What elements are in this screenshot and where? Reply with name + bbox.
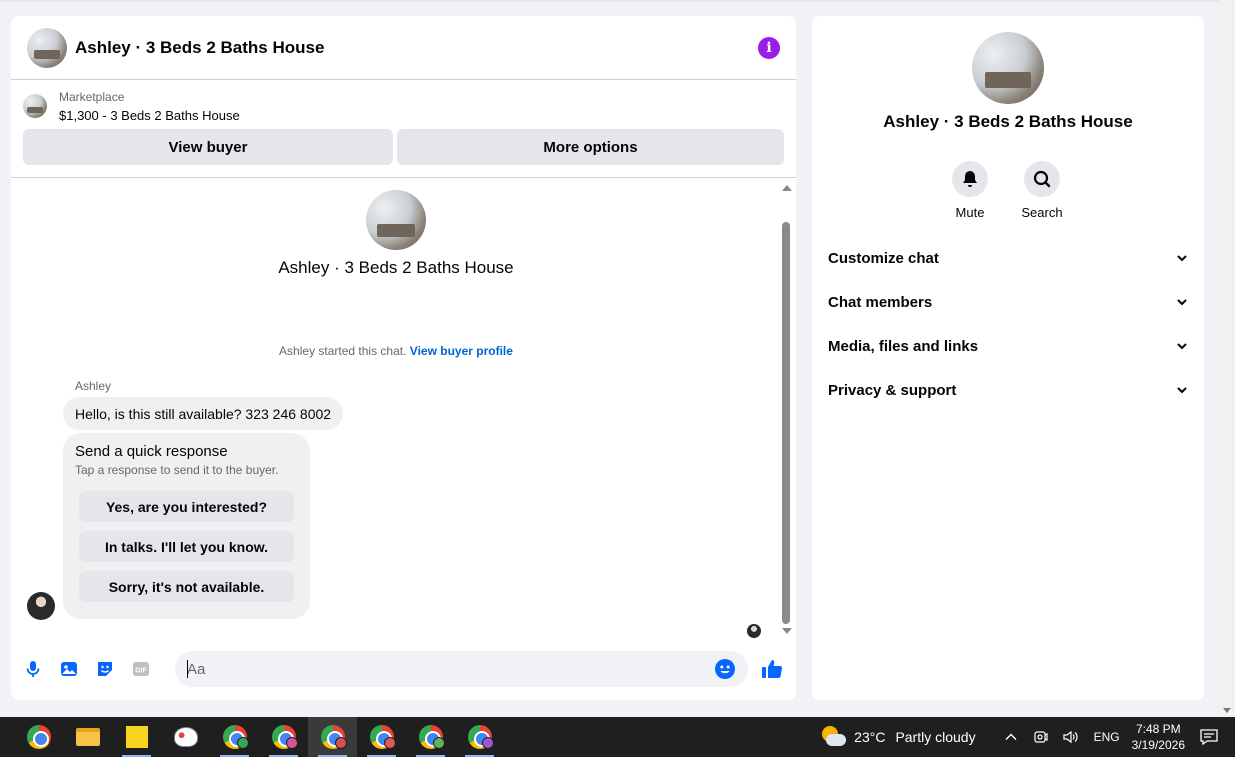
clock[interactable]: 7:48 PM 3/19/2026	[1132, 721, 1185, 753]
emoji-icon[interactable]	[714, 658, 736, 680]
section-label: Chat members	[828, 293, 933, 311]
message-input-wrapper	[175, 651, 748, 687]
chevron-up-icon[interactable]	[1002, 728, 1020, 746]
chat-header: Ashley · 3 Beds 2 Baths House i	[11, 16, 796, 80]
sticker-icon[interactable]	[95, 659, 115, 679]
message-thread: Ashley · 3 Beds 2 Baths House Ashley sta…	[11, 178, 796, 638]
page-scrollbar[interactable]	[1219, 0, 1235, 717]
listing-price-title[interactable]: $1,300 - 3 Beds 2 Baths House	[59, 108, 240, 123]
quick-response-subtitle: Tap a response to send it to the buyer.	[75, 463, 279, 477]
listing-thumbnail[interactable]	[23, 94, 47, 118]
search-action[interactable]: Search	[1012, 161, 1072, 220]
conversation-avatar	[366, 190, 426, 250]
section-customize-chat[interactable]: Customize chat	[828, 236, 1188, 280]
chat-info-panel: Ashley · 3 Beds 2 Baths House Mute Searc…	[812, 16, 1204, 700]
quick-response-in-talks-button[interactable]: In talks. I'll let you know.	[79, 531, 294, 562]
taskbar-edge-app-icon[interactable]	[0, 717, 14, 757]
message-bubble[interactable]: Hello, is this still available? 323 246 …	[63, 397, 344, 430]
gif-icon[interactable]: GIF	[131, 659, 151, 679]
top-border	[0, 0, 1219, 2]
taskbar-sticky-notes-icon[interactable]	[112, 717, 161, 757]
quick-response-sorry-button[interactable]: Sorry, it's not available.	[79, 571, 294, 602]
quick-response-yes-button[interactable]: Yes, are you interested?	[79, 491, 294, 522]
scroll-thumb[interactable]	[782, 222, 790, 624]
chat-panel: Ashley · 3 Beds 2 Baths House i Marketpl…	[11, 16, 796, 700]
info-avatar[interactable]	[972, 32, 1044, 104]
text-caret	[187, 660, 188, 678]
message-composer: GIF	[11, 638, 796, 700]
chevron-down-icon	[1177, 255, 1187, 262]
clock-time: 7:48 PM	[1135, 722, 1181, 736]
message-input[interactable]	[187, 660, 714, 678]
conversation-title: Ashley · 3 Beds 2 Baths House	[278, 258, 514, 277]
taskbar-chrome-profile-icon[interactable]	[406, 717, 455, 757]
speaker-icon[interactable]	[1062, 728, 1080, 746]
quick-response-card: Send a quick response Tap a response to …	[63, 433, 310, 619]
search-icon[interactable]	[1024, 161, 1060, 197]
listing-source: Marketplace	[59, 90, 125, 104]
section-privacy-support[interactable]: Privacy & support	[828, 368, 1188, 412]
started-text: Ashley started this chat.	[279, 344, 407, 358]
seen-receipt-avatar	[747, 624, 761, 638]
taskbar-file-explorer-icon[interactable]	[63, 717, 112, 757]
windows-taskbar: 23°C Partly cloudy ENG 7:48 PM 3/19/2026	[0, 717, 1235, 757]
info-icon[interactable]: i	[758, 36, 780, 59]
photo-icon[interactable]	[59, 659, 79, 679]
section-chat-members[interactable]: Chat members	[828, 280, 1188, 324]
sender-avatar[interactable]	[27, 592, 55, 620]
taskbar-paint-icon[interactable]	[161, 717, 210, 757]
sender-name: Ashley	[75, 379, 112, 393]
taskbar-chrome-profile-icon[interactable]	[455, 717, 504, 757]
system-tray: 23°C Partly cloudy ENG 7:48 PM 3/19/2026	[820, 717, 1235, 757]
scroll-up-arrow[interactable]	[782, 185, 792, 191]
quick-response-title: Send a quick response	[75, 443, 228, 460]
scroll-down-arrow[interactable]	[782, 628, 792, 634]
mute-label: Mute	[955, 205, 985, 220]
info-title: Ashley · 3 Beds 2 Baths House	[883, 112, 1133, 131]
thread-scrollbar[interactable]	[780, 180, 792, 636]
chat-title[interactable]: Ashley · 3 Beds 2 Baths House	[75, 38, 758, 58]
chevron-down-icon	[1177, 343, 1187, 350]
search-label: Search	[1021, 205, 1063, 220]
language-indicator[interactable]: ENG	[1094, 730, 1120, 744]
camera-icon[interactable]	[1032, 728, 1050, 746]
chat-avatar[interactable]	[27, 27, 67, 68]
taskbar-chrome-profile-icon[interactable]	[357, 717, 406, 757]
svg-text:GIF: GIF	[135, 668, 147, 675]
chevron-down-icon	[1177, 387, 1187, 394]
more-options-button[interactable]: More options	[397, 129, 784, 165]
view-buyer-button[interactable]: View buyer	[23, 129, 393, 165]
taskbar-chrome-profile-icon[interactable]	[308, 717, 357, 757]
notification-icon[interactable]	[1199, 728, 1219, 746]
page-scroll-down-arrow[interactable]	[1223, 708, 1231, 713]
listing-banner: Marketplace $1,300 - 3 Beds 2 Baths Hous…	[11, 80, 796, 178]
weather-description[interactable]: Partly cloudy	[895, 729, 975, 745]
weather-temperature[interactable]: 23°C	[854, 729, 885, 745]
chevron-down-icon	[1177, 299, 1187, 306]
section-label: Media, files and links	[828, 337, 979, 355]
clock-date: 3/19/2026	[1131, 738, 1185, 752]
partly-cloudy-icon[interactable]	[820, 726, 847, 748]
taskbar-chrome-profile-icon[interactable]	[210, 717, 259, 757]
bell-icon[interactable]	[952, 161, 988, 197]
section-media-files-links[interactable]: Media, files and links	[828, 324, 1188, 368]
view-buyer-profile-link[interactable]: View buyer profile	[410, 344, 513, 358]
thumbs-up-icon[interactable]	[760, 657, 784, 681]
taskbar-chrome-profile-icon[interactable]	[259, 717, 308, 757]
section-label: Privacy & support	[828, 381, 957, 399]
chat-started-notice: Ashley started this chat. View buyer pro…	[11, 344, 781, 358]
section-label: Customize chat	[828, 249, 939, 267]
microphone-icon[interactable]	[23, 659, 43, 679]
taskbar-chrome-icon[interactable]	[14, 717, 63, 757]
mute-action[interactable]: Mute	[940, 161, 1000, 220]
